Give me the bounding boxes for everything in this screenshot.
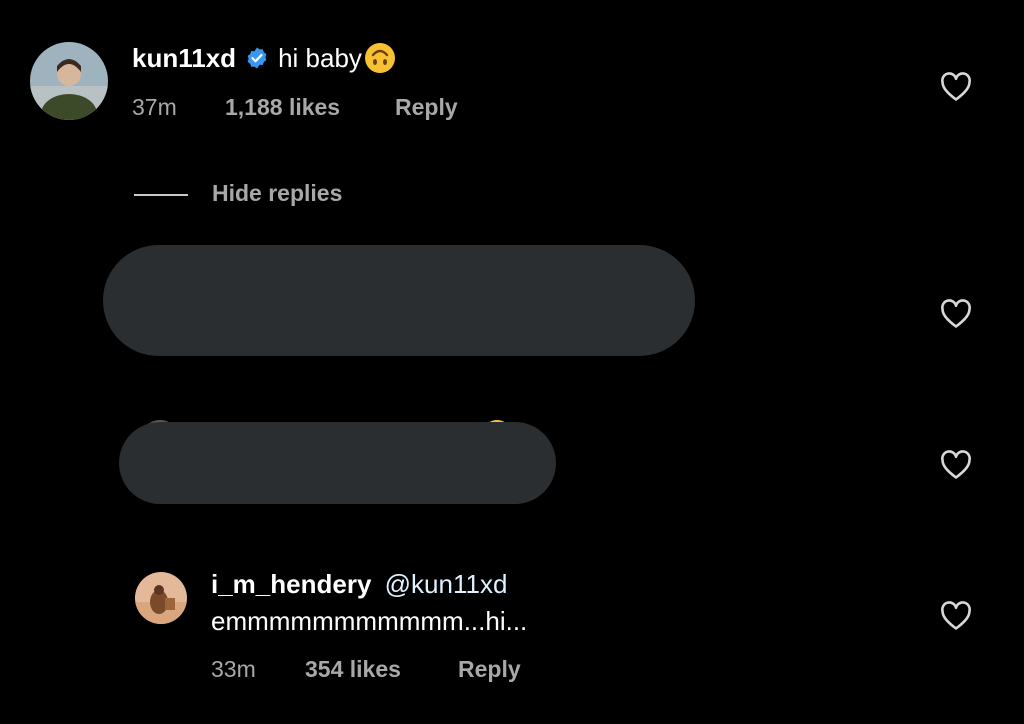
comment-reply-button[interactable]: Reply bbox=[395, 94, 458, 121]
hide-replies-line bbox=[134, 194, 188, 196]
comment-likes[interactable]: 1,188 likes bbox=[225, 94, 395, 121]
like-comment-heart-icon[interactable] bbox=[940, 72, 972, 102]
reply-reply-button[interactable]: Reply bbox=[458, 656, 521, 683]
like-reply-2-heart-icon[interactable] bbox=[940, 450, 972, 480]
like-reply-1-heart-icon[interactable] bbox=[940, 299, 972, 329]
redacted-reply-1 bbox=[103, 245, 695, 356]
avatar-i_m_hendery[interactable] bbox=[135, 572, 187, 624]
comment-text: hi baby bbox=[278, 42, 362, 73]
reply-username[interactable]: i_m_hendery bbox=[211, 569, 371, 599]
reply-time: 33m bbox=[211, 656, 256, 682]
upside-down-face-emoji bbox=[364, 42, 396, 74]
comment-username[interactable]: kun11xd bbox=[132, 43, 236, 74]
hide-replies-button[interactable]: Hide replies bbox=[212, 180, 342, 207]
reply-text: emmmmmmmmmmm...hi... bbox=[211, 606, 528, 636]
redacted-reply-2 bbox=[119, 422, 556, 504]
comment-time: 37m bbox=[132, 94, 177, 120]
reply-likes[interactable]: 354 likes bbox=[305, 656, 458, 683]
like-reply-3-heart-icon[interactable] bbox=[940, 601, 972, 631]
avatar-kun11xd[interactable] bbox=[30, 42, 108, 120]
reply-mention[interactable]: @kun11xd bbox=[385, 569, 508, 599]
verified-badge-icon bbox=[245, 46, 269, 70]
